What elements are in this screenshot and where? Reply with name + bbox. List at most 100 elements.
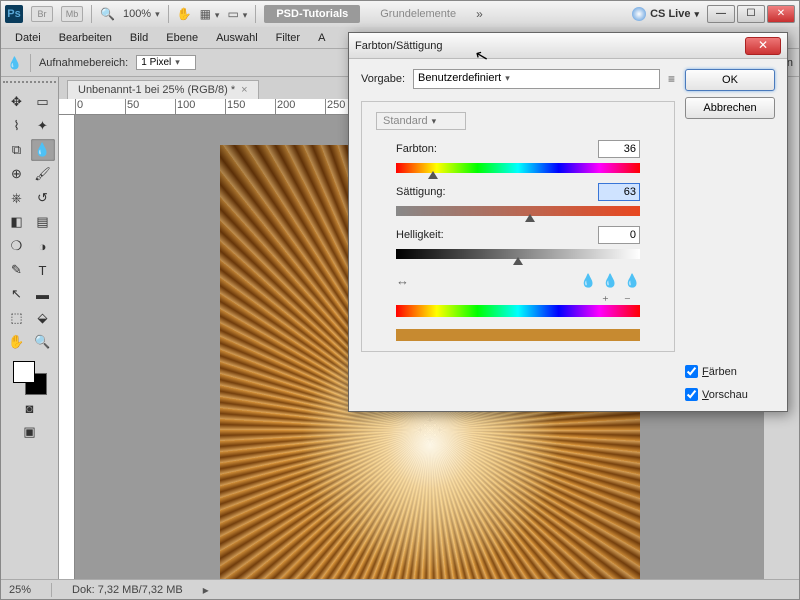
3d-cam-tool[interactable]: ⬙ [31, 307, 55, 329]
fg-color[interactable] [13, 361, 35, 383]
menu-auswahl[interactable]: Auswahl [208, 30, 266, 46]
more-tabs-icon[interactable]: » [476, 7, 483, 21]
ruler-tick: 0 [75, 99, 83, 115]
zoom-level[interactable]: 100% [123, 8, 160, 20]
hue-saturation-dialog: Farbton/Sättigung ✕ Vorgabe: Benutzerdef… [348, 32, 788, 412]
minimize-button[interactable]: — [707, 5, 735, 23]
3d-tool[interactable]: ⬚ [5, 307, 29, 329]
doc-close-icon[interactable]: × [241, 84, 247, 96]
hue-input[interactable] [598, 140, 640, 158]
doc-tab[interactable]: Unbenannt-1 bei 25% (RGB/8) * × [67, 80, 259, 99]
cancel-button[interactable]: Abbrechen [685, 97, 775, 119]
menu-bild[interactable]: Bild [122, 30, 156, 46]
spectrum-out [396, 329, 640, 341]
ok-button[interactable]: OK [685, 69, 775, 91]
saturation-label: Sättigung: [396, 186, 446, 198]
screenmode-tool[interactable]: ▣ [18, 421, 42, 443]
brush-tool[interactable]: 🖌 [31, 163, 55, 185]
dialog-close-button[interactable]: ✕ [745, 37, 781, 55]
toolbox-grip[interactable] [3, 81, 56, 89]
workspace-tab-grund[interactable]: Grundelemente [368, 5, 468, 23]
preset-menu-icon[interactable]: ≡ [668, 72, 675, 86]
lasso-tool[interactable]: ⌇ [5, 115, 29, 137]
slider-group: Standard Farbton: Sättigung: Helligkeit:… [361, 101, 675, 352]
channel-select[interactable]: Standard [376, 112, 466, 130]
saturation-thumb[interactable] [525, 214, 535, 222]
menu-datei[interactable]: Datei [7, 30, 49, 46]
ruler-tick: 250 [325, 99, 345, 115]
ruler-tick: 200 [275, 99, 295, 115]
doc-tab-label: Unbenannt-1 bei 25% (RGB/8) * [78, 84, 235, 96]
lightness-slider[interactable] [396, 249, 640, 259]
eyedropper-add-icon[interactable]: 💧₊ [602, 273, 618, 289]
blur-tool[interactable]: ❍ [5, 235, 29, 257]
eyedropper-icon[interactable]: 💧 [7, 56, 22, 70]
hue-thumb[interactable] [428, 171, 438, 179]
history-brush-tool[interactable]: ↺ [31, 187, 55, 209]
sep [91, 5, 92, 23]
quickmask-tool[interactable]: ◙ [18, 397, 42, 419]
preview-label: Vorschau [702, 389, 748, 401]
lightness-thumb[interactable] [513, 257, 523, 265]
marquee-tool[interactable]: ▭ [31, 91, 55, 113]
preset-select[interactable]: Benutzerdefiniert [413, 69, 660, 89]
path-tool[interactable]: ↖ [5, 283, 29, 305]
menu-ebene[interactable]: Ebene [158, 30, 206, 46]
titlebar: Ps Br Mb 🔍 100% ✋ ▦ ▭ PSD-Tutorials Grun… [1, 1, 799, 27]
color-swatch[interactable] [13, 361, 47, 395]
close-button[interactable]: ✕ [767, 5, 795, 23]
hue-slider[interactable] [396, 163, 640, 173]
cslive-label: CS Live [650, 8, 690, 20]
eyedropper-sub-icon[interactable]: 💧₋ [624, 273, 640, 289]
wand-tool[interactable]: ✦ [31, 115, 55, 137]
cslive-button[interactable]: CS Live▾ [632, 7, 699, 21]
move-tool[interactable]: ✥ [5, 91, 29, 113]
hand-icon[interactable]: ✋ [177, 7, 192, 21]
lightness-input[interactable] [598, 226, 640, 244]
sep [168, 5, 169, 23]
statusbar: 25% Dok: 7,32 MB/7,32 MB ▸ [1, 579, 799, 599]
eyedropper-set-icon[interactable]: 💧 [580, 273, 596, 289]
status-docsize[interactable]: Dok: 7,32 MB/7,32 MB [72, 584, 183, 596]
stamp-tool[interactable]: ⎈ [5, 187, 29, 209]
maximize-button[interactable]: ☐ [737, 5, 765, 23]
sample-size-select[interactable]: 1 Pixel [136, 55, 196, 70]
healing-tool[interactable]: ⊕ [5, 163, 29, 185]
toolbox: ✥▭ ⌇✦ ⧉💧 ⊕🖌 ⎈↺ ◧▤ ❍◑ ✎T ↖▬ ⬚⬙ ✋🔍 ◙ ▣ [1, 77, 59, 579]
menu-bearbeiten[interactable]: Bearbeiten [51, 30, 120, 46]
colorize-input[interactable] [685, 365, 698, 378]
bridge-button[interactable]: Br [31, 6, 53, 22]
sep [30, 54, 31, 72]
shape-tool[interactable]: ▬ [31, 283, 55, 305]
preset-label: Vorgabe: [361, 73, 405, 85]
sep [255, 5, 256, 23]
saturation-input[interactable] [598, 183, 640, 201]
dialog-titlebar[interactable]: Farbton/Sättigung ✕ [349, 33, 787, 59]
preview-input[interactable] [685, 388, 698, 401]
ruler-vertical [59, 115, 75, 579]
screen-icon[interactable]: ▭ [227, 7, 247, 21]
workspace-tab-tutorials[interactable]: PSD-Tutorials [264, 5, 360, 23]
targeted-adjust-icon[interactable]: ↔ [396, 273, 412, 289]
crop-tool[interactable]: ⧉ [5, 139, 29, 161]
pen-tool[interactable]: ✎ [5, 259, 29, 281]
zoom-icon: 🔍 [100, 7, 115, 21]
colorize-checkbox[interactable]: Färben [685, 365, 775, 378]
hand-tool[interactable]: ✋ [5, 331, 29, 353]
saturation-slider[interactable] [396, 206, 640, 216]
status-zoom[interactable]: 25% [9, 584, 31, 596]
eyedropper-tool[interactable]: 💧 [31, 139, 55, 161]
minibridge-button[interactable]: Mb [61, 6, 83, 22]
preview-checkbox[interactable]: Vorschau [685, 388, 775, 401]
menu-cut[interactable]: A [310, 30, 333, 46]
arrange-icon[interactable]: ▦ [200, 7, 220, 21]
type-tool[interactable]: T [31, 259, 55, 281]
eraser-tool[interactable]: ◧ [5, 211, 29, 233]
gradient-tool[interactable]: ▤ [31, 211, 55, 233]
status-arrow-icon[interactable]: ▸ [203, 583, 209, 597]
hue-label: Farbton: [396, 143, 437, 155]
zoom-tool[interactable]: 🔍 [31, 331, 55, 353]
menu-filter[interactable]: Filter [268, 30, 308, 46]
opt-label: Aufnahmebereich: [39, 57, 128, 69]
dodge-tool[interactable]: ◑ [31, 235, 55, 257]
